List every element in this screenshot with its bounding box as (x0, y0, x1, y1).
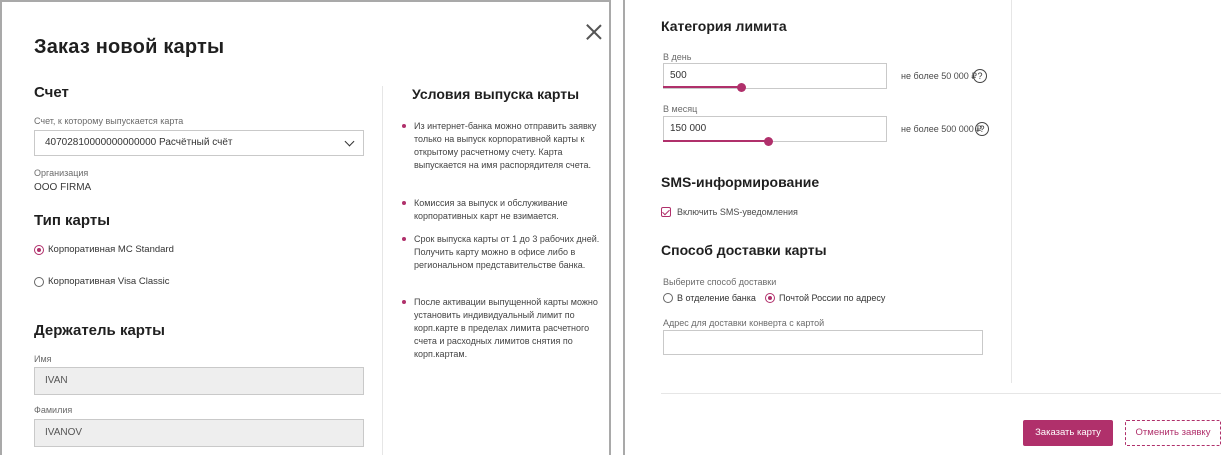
card-type-heading: Тип карты (34, 212, 111, 229)
address-label: Адрес для доставки конверта с картой (663, 318, 825, 328)
order-card-dialog: Заказ новой карты Счет Счет, к которому … (0, 0, 611, 455)
month-limit-slider-handle[interactable] (764, 137, 773, 146)
radio-label: Корпоративная MC Standard (48, 244, 174, 255)
radio-bank-branch[interactable]: В отделение банка (663, 293, 756, 303)
radio-label: В отделение банка (677, 293, 756, 303)
cancel-request-button[interactable]: Отменить заявку (1125, 420, 1221, 446)
sms-checkbox-label: Включить SMS-уведомления (677, 207, 798, 217)
radio-label: Корпоративная Visa Classic (48, 276, 170, 287)
day-limit-slider-fill (663, 86, 741, 88)
day-limit-hint: не более 50 000 ₽ (901, 71, 977, 81)
radio-label: Почтой России по адресу (779, 293, 886, 303)
help-icon[interactable]: ? (973, 69, 987, 83)
condition-item: После активации выпущенной карты можно у… (400, 296, 600, 361)
radio-dot (663, 293, 673, 303)
organization-label: Организация (34, 168, 89, 178)
radio-visa-classic[interactable]: Корпоративная Visa Classic (34, 276, 169, 287)
page-title: Заказ новой карты (34, 36, 225, 58)
month-limit-label: В месяц (663, 104, 698, 114)
chevron-down-icon (344, 136, 355, 147)
month-limit-input[interactable]: 150 000 (663, 116, 887, 142)
day-limit-label: В день (663, 52, 692, 62)
first-name-label: Имя (34, 354, 52, 364)
month-limit-hint: не более 500 000 ₽ (901, 124, 982, 134)
last-name-label: Фамилия (34, 405, 73, 415)
radio-dot (34, 276, 44, 287)
day-limit-slider-handle[interactable] (737, 83, 746, 92)
column-divider (1011, 0, 1012, 383)
close-icon[interactable] (586, 24, 602, 40)
column-divider (382, 86, 383, 455)
sms-checkbox[interactable] (661, 207, 671, 217)
organization-value: ООО FIRMA (34, 182, 92, 193)
help-icon[interactable]: ? (975, 122, 989, 136)
order-card-dialog-continued: Категория лимита В день 500 не более 50 … (623, 0, 1228, 455)
radio-mc-standard[interactable]: Корпоративная MC Standard (34, 244, 174, 255)
first-name-field: IVAN (34, 367, 364, 395)
account-select-value: 40702810000000000000 Расчётный счёт (45, 137, 233, 148)
radio-russian-post[interactable]: Почтой России по адресу (765, 293, 885, 303)
sms-heading: SMS-информирование (661, 174, 820, 190)
delivery-choose-label: Выберите способ доставки (663, 277, 777, 287)
delivery-heading: Способ доставки карты (661, 242, 827, 258)
account-select-label: Счет, к которому выпускается карта (34, 116, 184, 126)
order-card-button[interactable]: Заказать карту (1023, 420, 1113, 446)
account-heading: Счет (34, 84, 69, 101)
condition-item: Срок выпуска карты от 1 до 3 рабочих дне… (400, 233, 600, 272)
last-name-field: IVANOV (34, 419, 364, 447)
condition-item: Из интернет-банка можно отправить заявку… (400, 120, 600, 172)
account-select[interactable]: 40702810000000000000 Расчётный счёт (34, 130, 364, 156)
holder-heading: Держатель карты (34, 322, 165, 339)
limits-heading: Категория лимита (661, 18, 787, 34)
conditions-heading: Условия выпуска карты (412, 86, 580, 102)
radio-dot (34, 244, 44, 255)
address-input[interactable] (663, 330, 983, 355)
condition-item: Комиссия за выпуск и обслуживание корпор… (400, 197, 600, 223)
month-limit-slider-fill (663, 140, 768, 142)
footer-divider (661, 393, 1221, 394)
radio-dot (765, 293, 775, 303)
